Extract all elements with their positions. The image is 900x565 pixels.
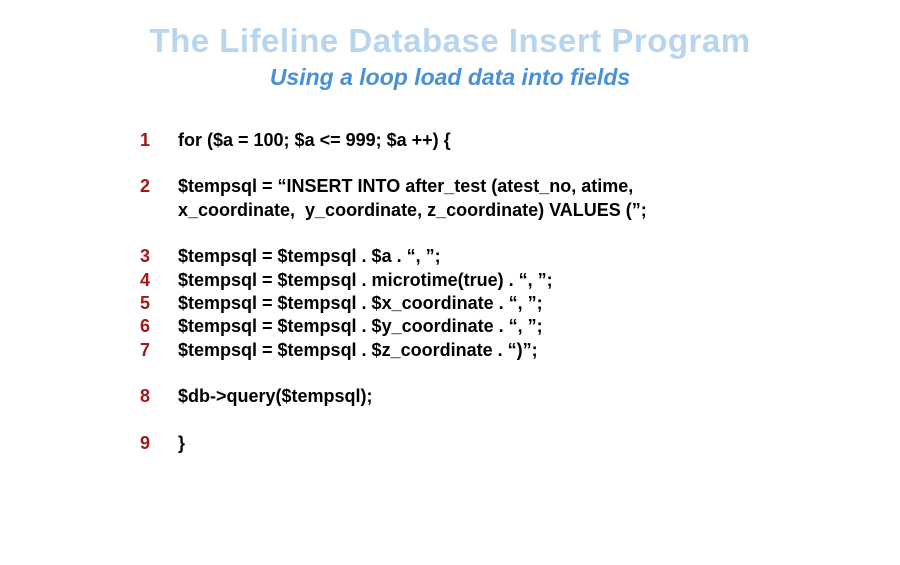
- code-text: $tempsql = $tempsql . $a . “, ”;: [178, 245, 900, 268]
- line-number: 1: [140, 129, 178, 152]
- code-text: $db->query($tempsql);: [178, 385, 900, 408]
- slide-title: The Lifeline Database Insert Program: [0, 22, 900, 60]
- blank-line: [140, 362, 900, 385]
- slide-subtitle: Using a loop load data into fields: [0, 64, 900, 91]
- code-listing: 1 for ($a = 100; $a <= 999; $a ++) { 2 $…: [140, 129, 900, 455]
- code-text: $tempsql = “INSERT INTO after_test (ates…: [178, 175, 900, 198]
- code-line: 6 $tempsql = $tempsql . $y_coordinate . …: [140, 315, 900, 338]
- code-line: 5 $tempsql = $tempsql . $x_coordinate . …: [140, 292, 900, 315]
- line-number: 9: [140, 432, 178, 455]
- code-line: 4 $tempsql = $tempsql . microtime(true) …: [140, 269, 900, 292]
- code-text: $tempsql = $tempsql . $z_coordinate . “)…: [178, 339, 900, 362]
- code-text: x_coordinate, y_coordinate, z_coordinate…: [178, 199, 900, 222]
- line-number: 8: [140, 385, 178, 408]
- line-number: 4: [140, 269, 178, 292]
- code-text: $tempsql = $tempsql . microtime(true) . …: [178, 269, 900, 292]
- line-number: 7: [140, 339, 178, 362]
- line-number: 3: [140, 245, 178, 268]
- line-number: 2: [140, 175, 178, 198]
- blank-line: [140, 222, 900, 245]
- code-line: 1 for ($a = 100; $a <= 999; $a ++) {: [140, 129, 900, 152]
- blank-line: [140, 152, 900, 175]
- code-line: 9 }: [140, 432, 900, 455]
- code-line: 7 $tempsql = $tempsql . $z_coordinate . …: [140, 339, 900, 362]
- code-line: 2 $tempsql = “INSERT INTO after_test (at…: [140, 175, 900, 198]
- code-text: }: [178, 432, 900, 455]
- code-line-continuation: . x_coordinate, y_coordinate, z_coordina…: [140, 199, 900, 222]
- line-number: 5: [140, 292, 178, 315]
- code-line: 3 $tempsql = $tempsql . $a . “, ”;: [140, 245, 900, 268]
- code-text: $tempsql = $tempsql . $x_coordinate . “,…: [178, 292, 900, 315]
- code-text: $tempsql = $tempsql . $y_coordinate . “,…: [178, 315, 900, 338]
- code-text: for ($a = 100; $a <= 999; $a ++) {: [178, 129, 900, 152]
- code-line: 8 $db->query($tempsql);: [140, 385, 900, 408]
- blank-line: [140, 409, 900, 432]
- line-number: 6: [140, 315, 178, 338]
